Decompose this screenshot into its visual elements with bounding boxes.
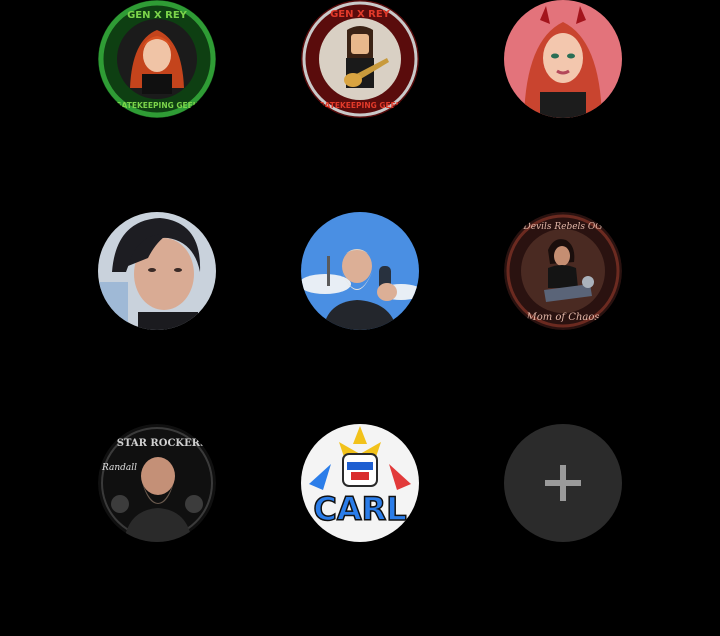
plus-icon — [545, 465, 581, 501]
avatar-8-bottom-text: CARL — [313, 490, 406, 528]
avatar-2-bottom-text: GATEKEEPING GEEK — [318, 101, 402, 110]
avatar-2-top-text: GEN X REY — [330, 9, 391, 20]
avatar-2-button[interactable]: GEN X REY GATEKEEPING GEEK — [301, 0, 419, 118]
avatar-7-top-text: STAR ROCKERS — [117, 438, 208, 449]
avatar-6-button[interactable]: Devils Rebels OG Mom of Chaos — [504, 212, 622, 330]
avatar-7-button[interactable]: STAR ROCKERS Randall — [98, 424, 216, 542]
avatar-1-bottom-text: GATEKEEPING GEEK — [115, 101, 199, 110]
avatar-1-button[interactable]: GEN X REY GATEKEEPING GEEK — [98, 0, 216, 118]
star-rockers-bald-man-badge-icon: STAR ROCKERS Randall — [98, 424, 216, 542]
avatar-6-top-text: Devils Rebels OG — [523, 222, 603, 232]
green-badge-redhead-portrait-icon: GEN X REY GATEKEEPING GEEK — [98, 0, 216, 118]
avatar-4-button[interactable] — [98, 212, 216, 330]
avatar-7-side-text: Randall — [101, 463, 137, 473]
cartoon-devil-girl-portrait-icon — [504, 0, 622, 118]
avatar-picker-screen: GEN X REY GATEKEEPING GEEK GEN X REY GAT… — [0, 0, 720, 636]
avatar-8-button[interactable]: CARL — [301, 424, 419, 542]
red-badge-guitarist-figure-icon: GEN X REY GATEKEEPING GEEK — [301, 0, 419, 118]
add-avatar-button[interactable] — [504, 424, 622, 542]
avatar-3-button[interactable] — [504, 0, 622, 118]
bearded-man-blue-sky-photo-icon — [301, 212, 419, 330]
robot-mech-carl-badge-icon: CARL — [301, 424, 419, 542]
avatar-6-bottom-text: Mom of Chaos — [525, 312, 599, 323]
woman-dark-hair-photo-icon — [98, 212, 216, 330]
avatar-5-button[interactable] — [301, 212, 419, 330]
devils-rebels-badge-icon: Devils Rebels OG Mom of Chaos — [504, 212, 622, 330]
avatar-1-top-text: GEN X REY — [127, 10, 188, 21]
